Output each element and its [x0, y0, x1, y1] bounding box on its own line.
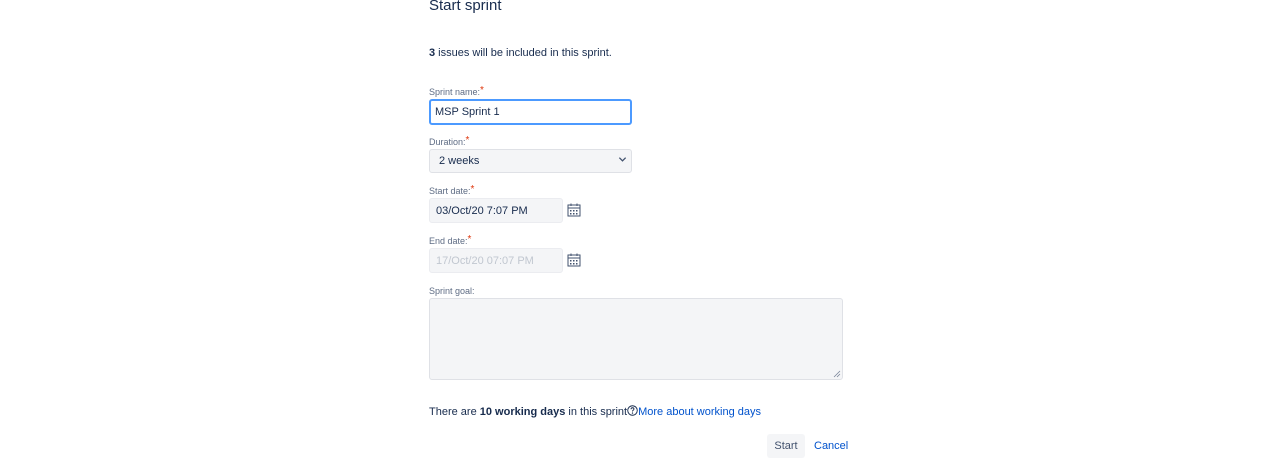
issues-text: issues will be included in this sprint.: [435, 47, 612, 59]
required-marker: *: [465, 135, 470, 146]
sprint-goal-textarea[interactable]: [429, 298, 843, 380]
cancel-button[interactable]: Cancel: [814, 440, 848, 452]
sprint-goal-label: Sprint goal:: [429, 286, 475, 296]
duration-label: Duration:*: [429, 135, 470, 148]
end-date-input: 17/Oct/20 07:07 PM: [429, 248, 563, 273]
dialog-title: Start sprint: [429, 0, 502, 14]
resize-grip-icon[interactable]: [833, 370, 841, 378]
clipped-description: [429, 22, 759, 28]
working-days-count: 10 working days: [479, 406, 566, 418]
start-date-input[interactable]: 03/Oct/20 7:07 PM: [429, 198, 563, 223]
more-about-working-days-link[interactable]: More about working days: [638, 406, 761, 418]
end-date-label: End date:*: [429, 234, 472, 247]
start-date-label-text: Start date:: [429, 186, 471, 196]
calendar-icon[interactable]: [567, 253, 581, 267]
start-date-value: 03/Oct/20 7:07 PM: [436, 205, 528, 217]
working-prefix: There are: [429, 406, 480, 418]
sprint-name-label: Sprint name:*: [429, 85, 484, 98]
working-days-info: There are 10 working days in this sprint…: [429, 405, 761, 418]
help-icon[interactable]: [627, 405, 638, 416]
start-button[interactable]: Start: [767, 434, 805, 458]
duration-label-text: Duration:: [429, 137, 466, 147]
start-date-label: Start date:*: [429, 184, 475, 197]
duration-select[interactable]: 2 weeks: [429, 149, 632, 173]
working-suffix: in this sprint: [565, 406, 628, 418]
required-marker: *: [467, 234, 472, 245]
sprint-name-label-text: Sprint name:: [429, 87, 481, 97]
issues-summary: 3 issues will be included in this sprint…: [429, 47, 612, 59]
end-date-label-text: End date:: [429, 236, 468, 246]
sprint-name-input[interactable]: [429, 99, 632, 125]
chevron-down-icon: [618, 157, 627, 162]
end-date-value: 17/Oct/20 07:07 PM: [436, 255, 534, 267]
calendar-icon[interactable]: [567, 203, 581, 217]
duration-value: 2 weeks: [439, 155, 480, 167]
required-marker: *: [480, 85, 484, 96]
required-marker: *: [470, 184, 475, 195]
